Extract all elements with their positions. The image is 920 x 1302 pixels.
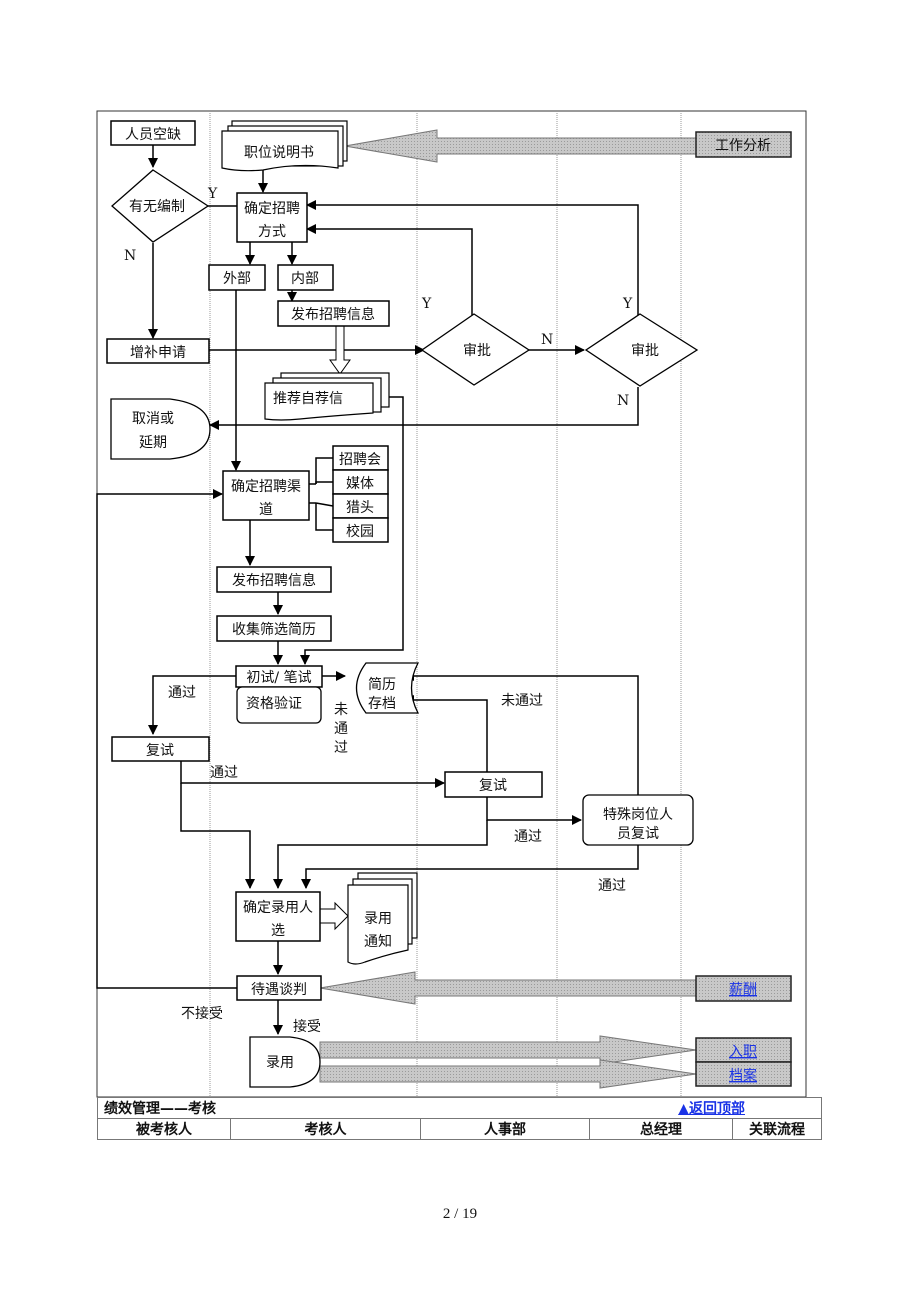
page-number: 2 / 19	[442, 1206, 478, 1222]
label-yes-approval-1: Y	[421, 296, 432, 312]
footer-table: 绩效管理——考核 ▲返回顶部 被考核人 考核人 人事部 总经理 关联流程	[97, 1097, 822, 1140]
node-publish-internal-label: 发布招聘信息	[291, 306, 375, 323]
node-special-position-label-2: 员复试	[617, 825, 659, 842]
column-header: 总经理	[589, 1118, 733, 1140]
node-decide-channel-label-2: 道	[259, 502, 273, 518]
label-no-approval-2: N	[617, 393, 629, 409]
node-vacancy-label: 人员空缺	[125, 127, 181, 143]
label-fail-v-1: 未	[334, 702, 348, 718]
channel-list: 招聘会 媒体 猎头 校园	[332, 445, 389, 543]
label-fail-v-3: 过	[334, 740, 348, 756]
label-yes-approval-2: Y	[622, 296, 633, 312]
label-yes: Y	[207, 186, 218, 202]
node-decide-method-label-2: 方式	[258, 224, 286, 240]
node-hire-label: 录用	[266, 1055, 294, 1071]
archive-arrow	[319, 1059, 697, 1089]
node-offer-label-1: 录用	[364, 911, 392, 927]
back-to-top-link[interactable]: ▲返回顶部	[678, 1098, 745, 1118]
column-header: 关联流程	[732, 1118, 822, 1140]
column-header: 人事部	[420, 1118, 590, 1140]
node-external-label: 外部	[223, 271, 251, 287]
channel-item-label: 猎头	[346, 500, 374, 516]
node-job-description-label: 职位说明书	[244, 145, 314, 161]
footer-header-row: 被考核人 考核人 人事部 总经理 关联流程	[97, 1118, 822, 1140]
label-pass-left: 通过	[210, 765, 238, 781]
section-title: 绩效管理——考核	[104, 1101, 216, 1117]
label-pass-mid: 通过	[514, 829, 542, 845]
node-offer-label-2: 通知	[364, 933, 392, 950]
salary-arrow	[319, 971, 697, 1005]
channel-item-label: 校园	[346, 523, 374, 540]
node-supplement-request-label: 增补申请	[130, 345, 186, 361]
node-second-interview-left-label: 复试	[146, 742, 174, 759]
archive-link[interactable]: 档案	[729, 1067, 757, 1084]
label-fail-mid: 未通过	[501, 693, 543, 709]
job-analysis-arrow	[344, 129, 697, 163]
label-accept: 接受	[293, 1018, 321, 1035]
label-no-approval-1: N	[541, 332, 553, 348]
node-decide-method-label-1: 确定招聘	[244, 201, 300, 217]
channel-item-label: 招聘会	[339, 452, 381, 468]
label-fail-v-2: 通	[334, 721, 348, 737]
label-pass-first: 通过	[168, 685, 196, 701]
node-resume-archive-label-1: 简历	[368, 676, 396, 693]
label-reject: 不接受	[181, 1005, 223, 1022]
node-headcount-check-label: 有无编制	[129, 199, 185, 215]
node-cancel-label-2: 延期	[139, 435, 167, 451]
onboarding-arrow	[319, 1035, 697, 1065]
node-cancel-label-1: 取消或	[132, 411, 174, 427]
label-pass-special: 通过	[598, 878, 626, 894]
node-first-interview-label: 初试/ 笔试	[246, 669, 311, 686]
node-decide-hire-label-2: 选	[271, 923, 285, 939]
node-negotiation-label: 待遇谈判	[251, 982, 307, 998]
node-approval-1-label: 审批	[463, 343, 491, 359]
node-second-interview-mid-label: 复试	[479, 777, 507, 794]
node-qualification-label: 资格验证	[246, 696, 302, 712]
column-header: 被考核人	[97, 1118, 231, 1140]
label-no: N	[124, 248, 136, 264]
node-collect-resumes-label: 收集筛选简历	[232, 621, 316, 638]
onboarding-link[interactable]: 入职	[729, 1044, 757, 1060]
node-referral-label: 推荐自荐信	[273, 391, 343, 407]
node-decide-hire-label-1: 确定录用人	[243, 900, 313, 916]
channel-item-label: 媒体	[346, 476, 374, 492]
decide-to-offer-arrow	[319, 901, 349, 931]
node-publish-external-label: 发布招聘信息	[232, 572, 316, 589]
salary-link[interactable]: 薪酬	[729, 982, 757, 998]
node-approval-2-label: 审批	[631, 343, 659, 359]
node-special-position-label-1: 特殊岗位人	[603, 807, 673, 823]
footer-section-row: 绩效管理——考核 ▲返回顶部	[97, 1097, 822, 1119]
lane-separators	[209, 111, 682, 1097]
node-decide-channel-label-1: 确定招聘渠	[231, 479, 301, 495]
job-analysis-label: 工作分析	[715, 138, 771, 154]
node-resume-archive-label-2: 存档	[368, 696, 396, 712]
node-internal-label: 内部	[291, 271, 319, 287]
column-header: 考核人	[230, 1118, 421, 1140]
diagram-frame	[96, 110, 807, 1098]
recruitment-flowchart: 工作分析 薪酬 入职 档案 人员空缺 职位说明书 有无编制 Y N 确定招聘 方…	[96, 110, 807, 1098]
